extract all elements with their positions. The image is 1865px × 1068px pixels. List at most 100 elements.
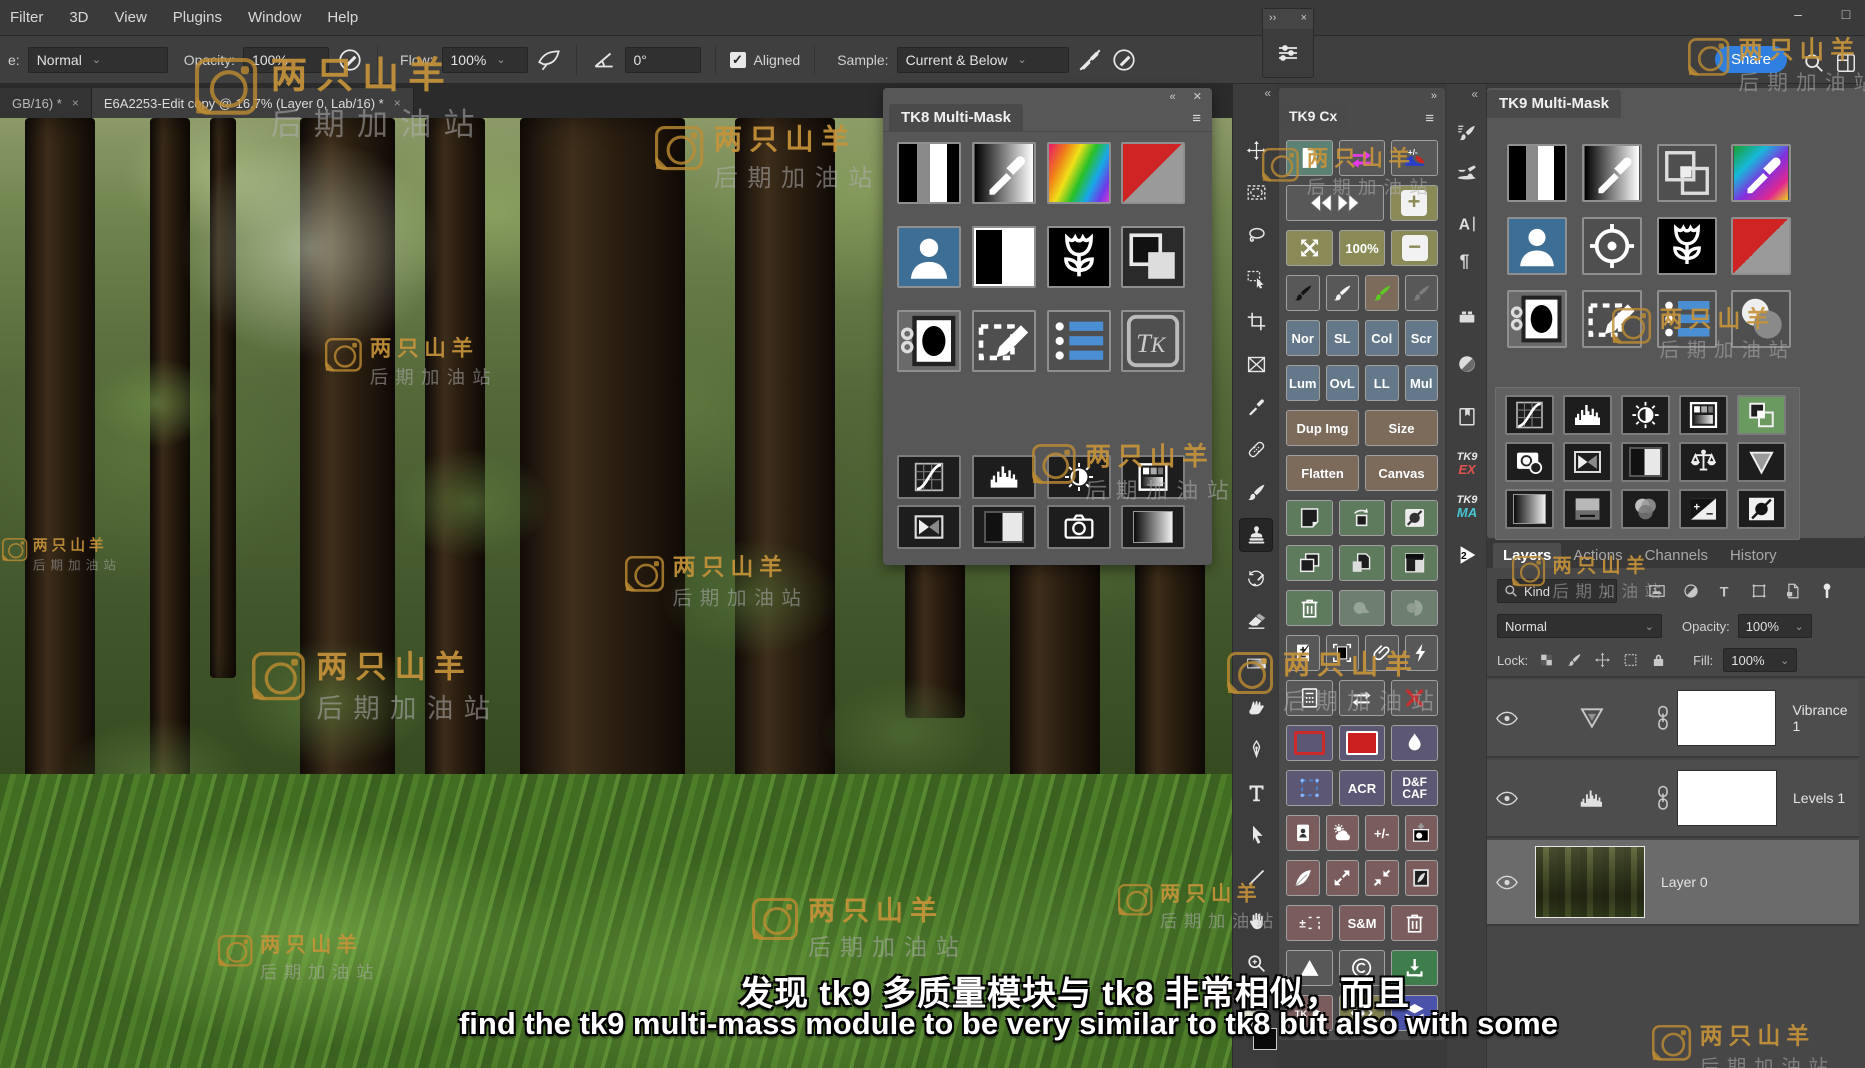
tk9cx-trash-button[interactable] [1286, 590, 1333, 626]
layer-name[interactable]: Vibrance 1 [1792, 702, 1859, 734]
tk8-person-button[interactable] [897, 226, 961, 288]
layer-filter-kind[interactable]: Kind ⌄ [1497, 579, 1617, 603]
tk9mm-window-line-button[interactable] [1563, 489, 1612, 529]
expand-panel-icon[interactable]: » [1431, 90, 1437, 102]
tk9cx-rotate-button[interactable] [1339, 500, 1386, 536]
tk9cx-muted1-button[interactable] [1339, 590, 1386, 626]
sliders-icon[interactable] [1276, 41, 1300, 65]
tool-object-select[interactable] [1240, 262, 1272, 294]
layer-fill-select[interactable]: 100%⌄ [1723, 648, 1797, 672]
search-icon[interactable] [1803, 52, 1825, 74]
tk8-histogram-button[interactable] [972, 455, 1036, 499]
adjustment-levels-s-icon[interactable] [1575, 783, 1609, 813]
tk9mm-pm-split-button[interactable]: +− [1679, 489, 1728, 529]
tk9mm-bowtie-button[interactable] [1563, 442, 1612, 482]
tool-lasso[interactable] [1240, 220, 1272, 252]
dock-adjust-circle-icon[interactable] [1451, 348, 1483, 380]
tool-crop[interactable] [1240, 305, 1272, 337]
layer-opacity-select[interactable]: 100%⌄ [1738, 614, 1812, 638]
tk8-diag-red-button[interactable] [1121, 142, 1185, 204]
tk9cx-dashed-blue-button[interactable] [1286, 770, 1333, 806]
dock-char-a-icon[interactable]: A [1451, 208, 1483, 240]
tk8-camera-button[interactable] [1047, 505, 1111, 549]
tk9cx-pm-frame-button[interactable]: ± [1286, 905, 1333, 941]
dock-brush-list-icon[interactable] [1451, 118, 1483, 150]
tk9cx-pm-doc-button[interactable] [1286, 635, 1320, 671]
tk9mm-dashed-pencil-button[interactable] [1582, 290, 1642, 348]
layer-row-levels-1[interactable]: Levels 1 [1487, 760, 1859, 838]
tool-line[interactable] [1240, 862, 1272, 894]
tk9cx-x-arrows-button[interactable] [1286, 230, 1333, 266]
tk8-contrast-button[interactable] [1047, 455, 1111, 499]
filter-pin-icon[interactable] [1817, 582, 1837, 600]
tk8-bowtie-button[interactable] [897, 505, 961, 549]
close-tab-icon[interactable]: × [72, 96, 79, 110]
flow-select[interactable]: 100%⌄ [442, 47, 528, 73]
tk8-half-split-button[interactable] [972, 505, 1036, 549]
layer-mask-thumbnail[interactable] [1677, 770, 1777, 826]
tk9mm-two-circles-button[interactable] [1731, 290, 1791, 348]
filter-page2-icon[interactable] [1783, 582, 1803, 600]
lock-move-s-icon[interactable] [1594, 652, 1611, 668]
maximize-button[interactable]: □ [1835, 6, 1857, 22]
tool-move[interactable] [1240, 134, 1272, 166]
tk9mm-tulip-button[interactable] [1657, 217, 1717, 275]
tk8-overlap-squares-button[interactable] [1121, 226, 1185, 288]
menu-item-help[interactable]: Help [327, 9, 358, 26]
close-tab-icon[interactable]: × [394, 96, 401, 110]
layer-blend-mode-select[interactable]: Normal⌄ [1497, 614, 1662, 638]
layer-row-layer-0[interactable]: Layer 0 [1487, 840, 1859, 926]
tool-path-select[interactable] [1240, 819, 1272, 851]
document-tab-0[interactable]: GB/16) *× [0, 88, 92, 118]
tk9cx-window-split-button[interactable] [1391, 545, 1438, 581]
tk9mm-person-button[interactable] [1507, 217, 1567, 275]
layer-thumbnail[interactable] [1535, 846, 1645, 918]
menu-item-3d[interactable]: 3D [69, 9, 88, 26]
tk9cx-swap-horiz-button[interactable] [1339, 680, 1386, 716]
tk9cx-sun-cloud-button[interactable] [1326, 815, 1360, 851]
tk9mm-stripes-button[interactable] [1507, 144, 1567, 202]
tk9cx-red-outline-button[interactable] [1286, 725, 1333, 761]
layer-name[interactable]: Levels 1 [1793, 790, 1845, 806]
tab-tk9-multimask[interactable]: TK9 Multi-Mask [1487, 90, 1621, 118]
tk9cx-slash-circle-button[interactable] [1391, 500, 1438, 536]
tk9cx-page-button[interactable] [1286, 140, 1333, 176]
menu-item-plugins[interactable]: Plugins [173, 9, 222, 26]
document-tab-1[interactable]: E6A2253-Edit copy @ 16.7% (Layer 0, Lab/… [92, 88, 414, 118]
layer-name[interactable]: Layer 0 [1661, 874, 1708, 890]
panel-menu-icon[interactable]: ≡ [1425, 110, 1435, 127]
menu-item-window[interactable]: Window [248, 9, 301, 26]
tool-brush[interactable] [1240, 476, 1272, 508]
tool-marquee[interactable] [1240, 177, 1272, 209]
minimize-button[interactable]: – [1787, 6, 1809, 22]
mask-link-icon[interactable] [1655, 705, 1671, 731]
tk9cx-+/--button[interactable]: +/- [1365, 815, 1399, 851]
dock-para-icon[interactable]: ¶ [1451, 244, 1483, 276]
tk9cx-stack-button[interactable] [1286, 545, 1333, 581]
lock-lock-icon[interactable] [1650, 652, 1667, 668]
dock-tk9ma-badge[interactable]: TK9MA [1451, 491, 1483, 523]
tk9mm-slash-circle2-button[interactable] [1737, 489, 1786, 529]
tk9cx-col-button[interactable]: Col [1365, 320, 1399, 356]
dock-mixer-icon[interactable] [1451, 158, 1483, 190]
tk9mm-overlap-green-button[interactable] [1737, 395, 1786, 435]
tk8-stripes-button[interactable] [897, 142, 961, 204]
airbrush-icon[interactable] [536, 47, 562, 73]
tk8-bw-split-button[interactable] [972, 226, 1036, 288]
tk9mm-contrast-button[interactable] [1621, 395, 1670, 435]
tk9cx-size-button[interactable]: Size [1365, 410, 1438, 446]
opacity-pressure-icon[interactable] [337, 47, 363, 73]
tk9cx-lum-button[interactable]: Lum [1286, 365, 1320, 401]
tk9mm-tri-down-button[interactable] [1737, 442, 1786, 482]
workspace-icon[interactable] [1835, 52, 1857, 74]
tool-hand[interactable] [1240, 904, 1272, 936]
tk9cx-scr-button[interactable]: Scr [1405, 320, 1439, 356]
tk9cx-nor-button[interactable]: Nor [1286, 320, 1320, 356]
filter-photo-icon[interactable] [1647, 582, 1667, 600]
tk9mm-venn-button[interactable] [1621, 489, 1670, 529]
blend-mode-select[interactable]: Normal⌄ [28, 47, 168, 73]
tk9mm-mask-chain-button[interactable] [1507, 290, 1567, 348]
tk9cx-red-x-button[interactable] [1391, 680, 1438, 716]
share-button[interactable]: Share [1715, 46, 1787, 73]
tool-pen[interactable] [1240, 733, 1272, 765]
